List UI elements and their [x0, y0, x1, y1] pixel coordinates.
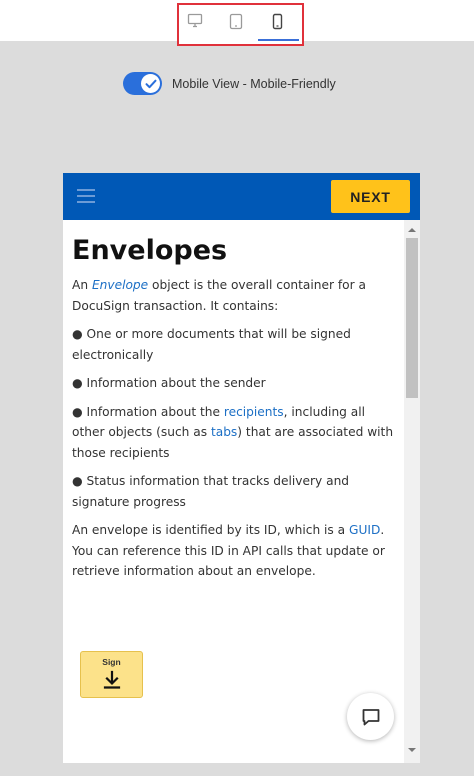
mobile-preview: NEXT Envelopes An Envelope object is the… [63, 173, 420, 763]
tabs-link[interactable]: tabs [211, 425, 237, 439]
sign-button[interactable]: Sign [80, 651, 143, 698]
desktop-icon[interactable] [185, 10, 205, 32]
mobile-icon[interactable] [267, 10, 287, 32]
mobile-view-toggle-row: Mobile View - Mobile-Friendly [123, 72, 336, 95]
envelope-link[interactable]: Envelope [92, 278, 148, 292]
recipients-link[interactable]: recipients [224, 405, 284, 419]
page-title: Envelopes [72, 235, 228, 266]
hamburger-icon[interactable] [77, 189, 95, 203]
scroll-down-arrow-icon[interactable] [408, 748, 416, 752]
bullet-item: ● One or more documents that will be sig… [72, 327, 351, 362]
checkmark-icon [145, 79, 156, 88]
next-button[interactable]: NEXT [331, 180, 410, 213]
mobile-view-label: Mobile View - Mobile-Friendly [172, 76, 336, 91]
chat-bubble-icon [362, 708, 379, 725]
bullet-item: ● Status information that tracks deliver… [72, 474, 350, 509]
scrollbar[interactable] [404, 220, 420, 763]
preview-header: NEXT [63, 173, 420, 220]
download-arrow-icon [103, 670, 120, 689]
chat-button[interactable] [347, 693, 394, 740]
toggle-knob [141, 74, 160, 93]
outro-paragraph: An envelope is identified by its ID, whi… [72, 523, 385, 578]
top-toolbar [0, 0, 474, 46]
mobile-view-toggle[interactable] [123, 72, 162, 95]
scroll-up-arrow-icon[interactable] [408, 228, 416, 232]
bullet-item: ● Information about the recipients, incl… [72, 404, 394, 460]
intro-paragraph: An Envelope object is the overall contai… [72, 278, 366, 313]
article-content: Envelopes An Envelope object is the over… [72, 231, 398, 590]
device-selector [177, 3, 304, 46]
scroll-thumb[interactable] [406, 238, 418, 398]
sign-label: Sign [102, 657, 121, 667]
tablet-icon[interactable] [226, 10, 246, 32]
selected-device-underline [258, 39, 299, 41]
guid-link[interactable]: GUID [349, 523, 380, 537]
bullet-item: ● Information about the sender [72, 376, 266, 390]
